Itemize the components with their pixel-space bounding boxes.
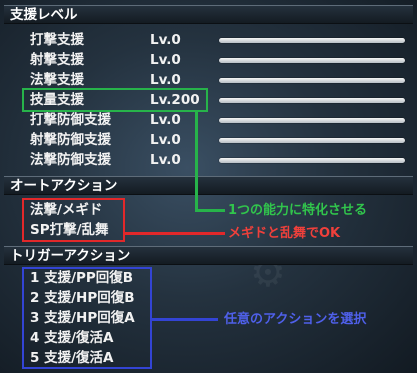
support-level: Lv.0: [150, 132, 181, 148]
support-level: Lv.0: [150, 152, 181, 168]
support-row-tech-def: 法撃防御支援 Lv.0: [0, 150, 417, 170]
highlight-dex-support: [22, 88, 208, 112]
support-name: 打撃防御支援: [30, 112, 111, 128]
level-bar: [219, 58, 405, 63]
trigger-action-item: 4 支援/復活A: [30, 330, 114, 346]
green-connector-vertical: [195, 112, 198, 211]
support-row-tech: 法撃支援 Lv.0: [0, 70, 417, 90]
trigger-action-item: 1 支援/PP回復B: [30, 270, 134, 286]
support-row-strike: 打撃支援 Lv.0: [0, 30, 417, 50]
trigger-action-item: 3 支援/HP回復A: [30, 310, 135, 326]
support-row-range: 射撃支援 Lv.0: [0, 50, 417, 70]
level-bar: [219, 98, 405, 103]
support-name: 射撃支援: [30, 52, 84, 68]
support-level: Lv.0: [150, 52, 181, 68]
support-name: 射撃防御支援: [30, 132, 111, 148]
trigger-action-item: 5 支援/復活A: [30, 350, 114, 366]
section-header-trigger-action: トリガーアクション: [4, 246, 413, 265]
auto-action-item: SP打撃/乱舞: [30, 222, 109, 238]
support-row-strike-def: 打撃防御支援 Lv.0: [0, 110, 417, 130]
support-level: Lv.0: [150, 72, 181, 88]
red-connector: [125, 232, 225, 235]
level-bar: [219, 38, 405, 43]
level-bar: [219, 138, 405, 143]
auto-action-item: 法撃/メギド: [30, 202, 103, 218]
green-connector-horizontal: [195, 209, 225, 212]
support-level: Lv.0: [150, 32, 181, 48]
level-bar: [219, 78, 405, 83]
support-name: 打撃支援: [30, 32, 84, 48]
support-row-range-def: 射撃防御支援 Lv.0: [0, 130, 417, 150]
level-bar: [219, 118, 405, 123]
support-name: 法撃防御支援: [30, 152, 111, 168]
level-bar: [219, 158, 405, 163]
annotation-red: メギドと乱舞でOK: [228, 226, 341, 241]
support-level: Lv.0: [150, 112, 181, 128]
annotation-green: 1つの能力に特化させる: [228, 203, 368, 218]
blue-connector: [152, 318, 218, 321]
section-header-auto-action: オートアクション: [4, 176, 413, 195]
annotation-blue: 任意のアクションを選択: [224, 312, 367, 327]
support-name: 法撃支援: [30, 72, 84, 88]
trigger-action-item: 2 支援/HP回復B: [30, 290, 135, 306]
support-panel: ⚙ 支援レベル 打撃支援 Lv.0 射撃支援 Lv.0 法撃支援 Lv.0 技量…: [0, 0, 417, 373]
section-header-support-level: 支援レベル: [4, 5, 413, 24]
